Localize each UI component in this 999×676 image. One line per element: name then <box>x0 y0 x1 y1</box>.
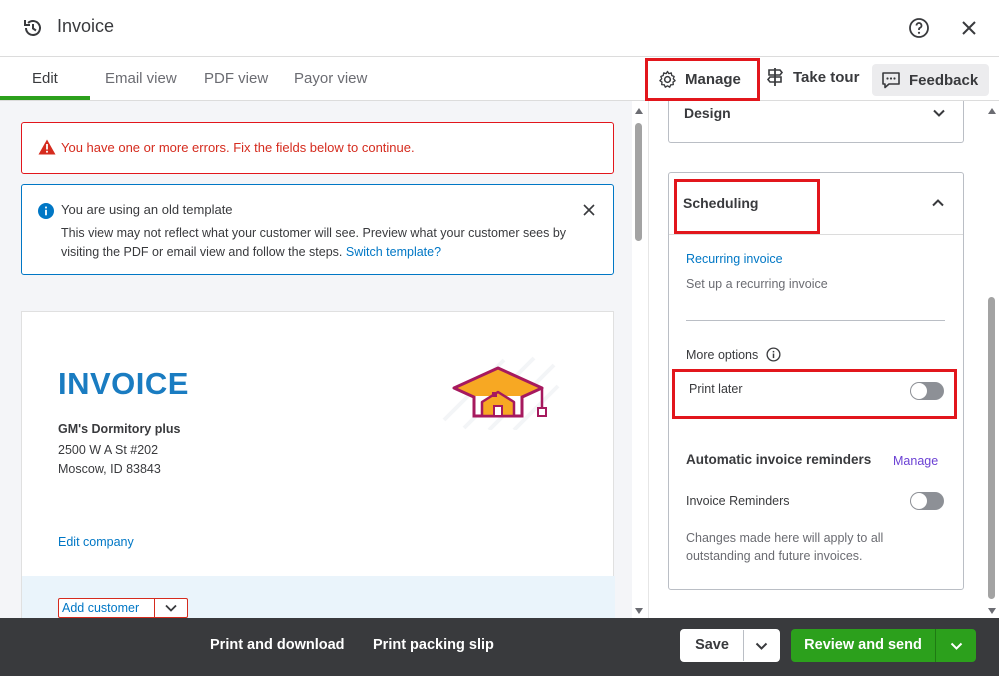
edit-company-link[interactable]: Edit company <box>58 535 134 549</box>
error-message: You have one or more errors. Fix the fie… <box>61 140 415 155</box>
tab-email-view[interactable]: Email view <box>105 70 177 87</box>
tab-pdf-view[interactable]: PDF view <box>204 70 268 87</box>
scroll-up-arrow-icon[interactable] <box>987 107 997 115</box>
divider <box>669 234 963 235</box>
signpost-icon <box>766 68 784 86</box>
print-later-toggle[interactable] <box>910 382 944 400</box>
invoice-preview: INVOICE GM's Dormitory plus 2500 W A St … <box>21 311 615 618</box>
add-customer-label[interactable]: Add customer <box>59 599 155 617</box>
settings-sidebar: Design Scheduling Recurring invoice Set … <box>648 101 999 618</box>
close-icon[interactable] <box>582 203 596 217</box>
info-body-text: This view may not reflect what your cust… <box>61 226 567 259</box>
recurring-invoice-description: Set up a recurring invoice <box>686 277 828 291</box>
warning-icon <box>38 139 56 155</box>
reminders-manage-link[interactable]: Manage <box>893 454 938 468</box>
info-banner: You are using an old template This view … <box>21 184 614 275</box>
close-icon[interactable] <box>958 17 980 39</box>
review-and-send-button[interactable]: Review and send <box>791 629 936 662</box>
take-tour-label: Take tour <box>793 68 860 86</box>
design-section[interactable]: Design <box>668 101 964 143</box>
right-scrollbar[interactable] <box>984 101 999 618</box>
recurring-invoice-link[interactable]: Recurring invoice <box>686 252 783 266</box>
page-title: Invoice <box>57 16 115 36</box>
right-scrollbar-thumb[interactable] <box>988 297 995 599</box>
save-button[interactable]: Save <box>681 630 744 661</box>
chevron-up-icon[interactable] <box>931 196 945 210</box>
print-packing-slip-button[interactable]: Print packing slip <box>373 637 494 653</box>
info-icon[interactable] <box>766 347 781 362</box>
error-banner: You have one or more errors. Fix the fie… <box>21 122 614 174</box>
company-address-line2: Moscow, ID 83843 <box>58 462 161 476</box>
info-body: This view may not reflect what your cust… <box>61 224 571 262</box>
scheduling-section-label[interactable]: Scheduling <box>683 195 758 211</box>
company-address-line1: 2500 W A St #202 <box>58 443 159 457</box>
feedback-label: Feedback <box>909 71 979 89</box>
automatic-reminders-heading: Automatic invoice reminders <box>686 452 872 467</box>
invoice-reminders-toggle[interactable] <box>910 492 944 510</box>
invoice-heading: INVOICE <box>58 366 189 401</box>
save-split-button: Save <box>680 629 780 662</box>
help-icon[interactable] <box>908 17 930 39</box>
review-and-send-split-button: Review and send <box>791 629 976 662</box>
feedback-button[interactable]: Feedback <box>872 64 989 96</box>
reminders-note: Changes made here will apply to all outs… <box>686 531 884 563</box>
history-icon[interactable] <box>22 17 44 39</box>
chevron-down-icon[interactable] <box>932 106 946 120</box>
footer-action-bar: Print and download Print packing slip Sa… <box>0 618 999 676</box>
active-tab-indicator <box>0 96 90 100</box>
design-section-label: Design <box>684 105 731 121</box>
gear-icon <box>659 70 676 88</box>
switch-template-link[interactable]: Switch template? <box>346 245 441 259</box>
chevron-down-icon[interactable] <box>155 599 187 617</box>
chat-bubble-icon <box>882 72 900 89</box>
invoice-editor-pane: You have one or more errors. Fix the fie… <box>0 101 648 618</box>
take-tour-button[interactable]: Take tour <box>766 67 859 87</box>
invoice-reminders-label: Invoice Reminders <box>686 494 790 508</box>
scroll-up-arrow-icon[interactable] <box>634 107 644 115</box>
manage-label: Manage <box>685 71 741 88</box>
chevron-down-icon[interactable] <box>936 629 976 662</box>
print-later-row: Print later <box>672 369 957 419</box>
tab-edit[interactable]: Edit <box>32 70 58 87</box>
company-logo-graduation-cap <box>442 356 560 430</box>
chevron-down-icon[interactable] <box>744 630 779 661</box>
left-scrollbar[interactable] <box>632 101 648 618</box>
scheduling-section: Scheduling Recurring invoice Set up a re… <box>668 172 964 590</box>
add-customer-dropdown[interactable]: Add customer <box>58 598 188 618</box>
scroll-down-arrow-icon[interactable] <box>634 607 644 615</box>
more-options-heading: More options <box>686 347 781 362</box>
info-title: You are using an old template <box>61 202 233 217</box>
more-options-label: More options <box>686 347 759 362</box>
print-and-download-button[interactable]: Print and download <box>210 637 345 653</box>
manage-button[interactable]: Manage <box>645 58 760 101</box>
top-bar: Invoice <box>0 0 999 57</box>
scroll-down-arrow-icon[interactable] <box>987 607 997 615</box>
company-name: GM's Dormitory plus <box>58 422 181 436</box>
tab-payor-view[interactable]: Payor view <box>294 70 367 87</box>
left-scrollbar-thumb[interactable] <box>635 123 642 241</box>
divider <box>686 320 945 321</box>
info-icon <box>38 203 54 219</box>
print-later-label: Print later <box>689 382 743 396</box>
customer-section: Add customer <box>22 576 615 618</box>
